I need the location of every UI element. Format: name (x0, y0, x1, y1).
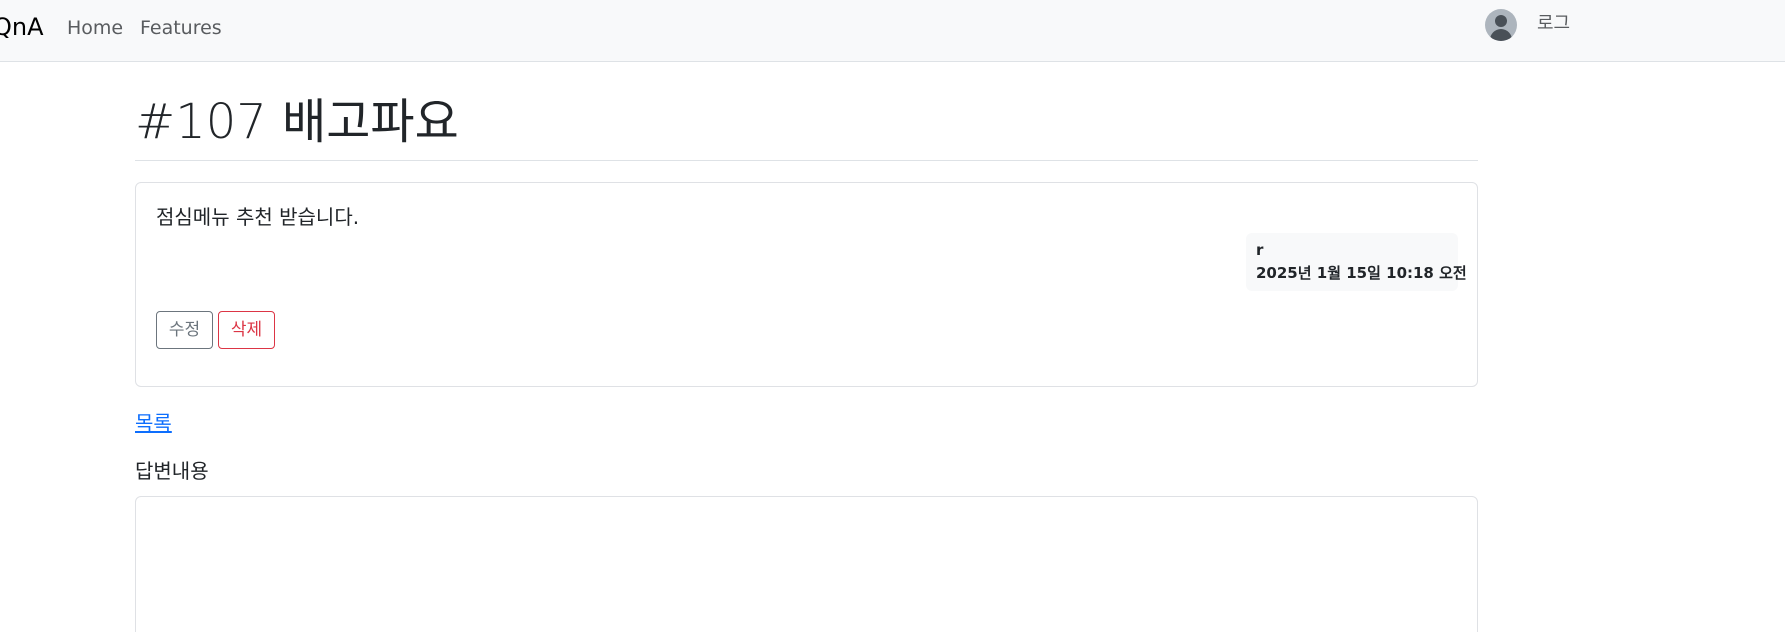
answer-label: 답변내용 (135, 459, 209, 483)
question-card: 점심메뉴 추천 받습니다. r 2025년 1월 15일 10:18 오전 수정… (135, 182, 1478, 387)
nav-link-home[interactable]: Home (67, 16, 123, 40)
top-navbar: QnA Home Features 로그 (0, 0, 1785, 62)
created-date: 2025년 1월 15일 10:18 오전 (1256, 264, 1467, 282)
author-badge: r 2025년 1월 15일 10:18 오전 (1246, 233, 1467, 291)
back-to-list-link[interactable]: 목록 (135, 410, 172, 436)
delete-button[interactable]: 삭제 (218, 311, 275, 349)
login-link[interactable]: 로그 (1537, 12, 1570, 36)
brand-logo[interactable]: QnA (0, 12, 44, 42)
question-content: 점심메뉴 추천 받습니다. (156, 205, 360, 229)
question-title: #107 배고파요 (135, 94, 459, 150)
title-divider (135, 160, 1478, 161)
user-avatar-icon[interactable] (1485, 9, 1517, 41)
edit-button[interactable]: 수정 (156, 311, 213, 349)
author-name: r (1256, 241, 1264, 259)
answer-textarea[interactable] (135, 496, 1478, 632)
nav-link-features[interactable]: Features (140, 16, 222, 40)
